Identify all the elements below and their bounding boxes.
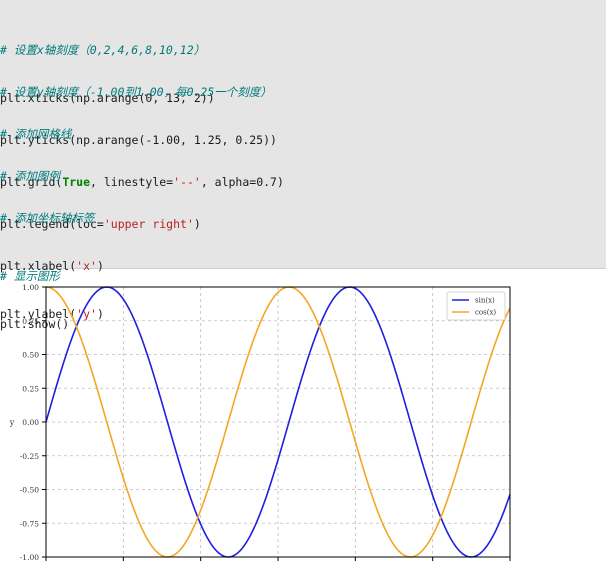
y-tick-label: -0.25: [20, 452, 39, 461]
y-tick-label: 0.25: [22, 384, 39, 393]
legend: sin(x) cos(x): [446, 291, 506, 321]
legend-label: cos(x): [475, 309, 496, 317]
code-token: , alpha=0.7): [200, 175, 284, 189]
y-tick-label: -1.00: [20, 553, 39, 562]
y-tick-label: 1.00: [22, 283, 39, 292]
y-tick-label: -0.50: [20, 486, 39, 495]
line-chart: 1.00 0.75 0.50 0.25 0.00 -0.25 -0.50 -0.75 -1.00…: [9, 283, 511, 562]
code-comment: # 添加坐标轴标签: [0, 211, 95, 225]
legend-label: sin(x): [475, 297, 495, 305]
code-cell[interactable]: # 设置x轴刻度（0,2,4,6,8,10,12） plt.xticks(np.…: [0, 0, 606, 331]
code-token: ): [193, 217, 201, 231]
x-axis-ticks: [45, 557, 511, 561]
output-area: 1.00 0.75 0.50 0.25 0.00 -0.25 -0.50 -0.75 -1.00…: [0, 270, 606, 567]
y-tick-label: 0.75: [22, 317, 39, 326]
y-tick-label: -0.75: [20, 519, 39, 528]
code-string: 'upper right': [103, 217, 194, 231]
y-tick-label: 0.00: [22, 418, 39, 427]
y-tick-label: 0.50: [22, 351, 39, 360]
y-axis-label: y: [9, 418, 15, 427]
y-axis-ticks: 1.00 0.75 0.50 0.25 0.00 -0.25 -0.50 -0.75 -1.00: [20, 283, 46, 562]
